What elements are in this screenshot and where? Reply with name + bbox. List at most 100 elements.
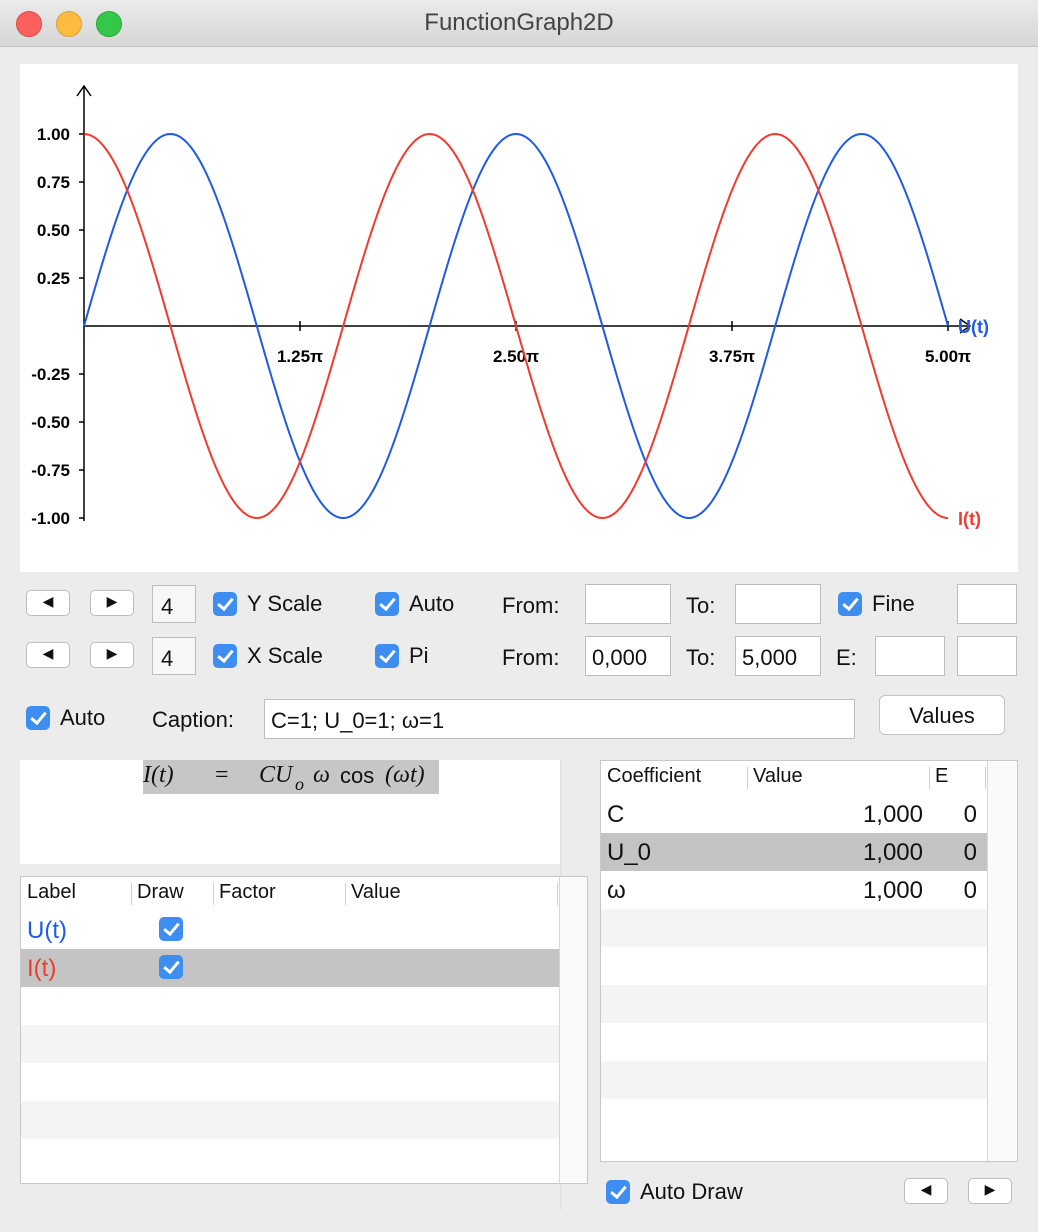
col-e[interactable]: E — [935, 765, 948, 788]
coefficient-table-scrollbar[interactable] — [987, 761, 1017, 1161]
coefficient-exponent: 0 — [963, 839, 977, 866]
pi-checkbox[interactable] — [375, 644, 399, 668]
values-button[interactable]: Values — [879, 695, 1005, 735]
coef-prev-button[interactable]: ◀ — [904, 1178, 948, 1204]
coefficient-name: ω — [607, 877, 626, 904]
coefficient-row[interactable] — [601, 947, 987, 985]
formula-subscript: o — [295, 774, 304, 794]
y-tick-label: -0.25 — [31, 365, 70, 384]
draw-checkbox[interactable] — [159, 917, 183, 941]
series-label: U(t) — [958, 317, 989, 337]
formula-omega: ω — [313, 762, 330, 788]
fine-label: Fine — [872, 591, 915, 616]
coefficient-row[interactable] — [601, 1099, 987, 1137]
auto-draw-label: Auto Draw — [640, 1179, 743, 1204]
caption-field[interactable]: C=1; U_0=1; ω=1 — [264, 699, 855, 739]
formula-lhs: I(t) — [143, 762, 174, 788]
x-next-button[interactable]: ▶ — [90, 642, 134, 668]
table-row[interactable] — [21, 1139, 559, 1177]
auto-scale-label: Auto — [409, 591, 455, 616]
y-scale-checkbox[interactable] — [213, 592, 237, 616]
coefficient-row[interactable] — [601, 909, 987, 947]
col-coef-value[interactable]: Value — [753, 765, 803, 788]
col-separator — [985, 767, 986, 789]
col-separator — [345, 883, 346, 905]
y-to-label: To: — [686, 593, 716, 618]
table-row[interactable]: I(t) — [21, 949, 559, 987]
y-tick-label: 0.50 — [37, 221, 70, 240]
extra-field[interactable] — [957, 636, 1017, 676]
draw-checkbox[interactable] — [159, 955, 183, 979]
coefficient-row[interactable]: C 1,000 0 — [601, 795, 987, 833]
table-row[interactable]: U(t) — [21, 911, 559, 949]
function-graph-window: FunctionGraph2D 1.00 0.75 0.50 0.25 -0.25 -0.… — [0, 0, 1038, 1232]
e-field[interactable] — [875, 636, 945, 676]
col-value[interactable]: Value — [351, 881, 401, 904]
auto-draw-checkbox[interactable] — [606, 1180, 630, 1204]
formula-expression: I(t) = CU o ω cos (ωt) — [143, 760, 439, 794]
col-separator — [213, 883, 214, 905]
function-chart: 1.00 0.75 0.50 0.25 -0.25 -0.50 -0.75 -1.00 1.25… — [31, 84, 989, 529]
x-tick-label: 2.50π — [493, 347, 539, 366]
title-bar: FunctionGraph2D — [0, 0, 1038, 47]
x-to-label: To: — [686, 645, 716, 670]
triangle-right-icon: ▶ — [106, 645, 118, 661]
col-factor[interactable]: Factor — [219, 881, 276, 904]
coef-next-button[interactable]: ▶ — [968, 1178, 1012, 1204]
coefficient-row[interactable]: ω 1,000 0 — [601, 871, 987, 909]
y-next-button[interactable]: ▶ — [90, 590, 134, 616]
x-from-label: From: — [502, 645, 560, 670]
table-row[interactable] — [21, 987, 559, 1025]
x-tick-count[interactable]: 4 — [152, 637, 196, 675]
caption-auto-checkbox[interactable] — [26, 706, 50, 730]
col-separator — [557, 883, 558, 905]
fine-checkbox[interactable] — [838, 592, 862, 616]
coefficient-row[interactable] — [601, 1061, 987, 1099]
coefficient-name: C — [607, 801, 625, 828]
y-from-field[interactable] — [585, 584, 671, 624]
pi-label: Pi — [409, 643, 429, 668]
y-tick-label: 1.00 — [37, 125, 70, 144]
x-tick-label: 3.75π — [709, 347, 755, 366]
col-label[interactable]: Label — [27, 881, 76, 904]
triangle-left-icon: ◀ — [42, 593, 54, 609]
caption-label: Caption: — [152, 707, 234, 732]
function-table-scrollbar[interactable] — [559, 877, 587, 1183]
y-scale-label: Y Scale — [247, 591, 323, 616]
formula-cos: cos — [340, 763, 375, 788]
table-row[interactable] — [21, 1025, 559, 1063]
col-separator — [131, 883, 132, 905]
y-prev-button[interactable]: ◀ — [26, 590, 70, 616]
y-tick-label: 0.25 — [37, 269, 70, 288]
triangle-right-icon: ▶ — [106, 593, 118, 609]
coefficient-row[interactable] — [601, 985, 987, 1023]
x-tick-label: 1.25π — [277, 347, 323, 366]
x-prev-button[interactable]: ◀ — [26, 642, 70, 668]
col-separator — [747, 767, 748, 789]
col-draw[interactable]: Draw — [137, 881, 184, 904]
table-row[interactable] — [21, 1101, 559, 1139]
coefficient-row[interactable] — [601, 1023, 987, 1061]
triangle-left-icon: ◀ — [920, 1181, 932, 1197]
col-coefficient[interactable]: Coefficient — [607, 765, 701, 788]
coefficient-table: Coefficient Value E C 1,000 0 U_0 1,000 0 ω 1,0… — [600, 760, 1018, 1162]
auto-scale-checkbox[interactable] — [375, 592, 399, 616]
coefficient-row[interactable]: U_0 1,000 0 — [601, 833, 987, 871]
caption-auto-label: Auto — [60, 705, 106, 730]
row-label: I(t) — [27, 955, 57, 982]
col-separator — [929, 767, 930, 789]
row-label: U(t) — [27, 917, 67, 944]
y-from-label: From: — [502, 593, 560, 618]
e-label: E: — [836, 645, 857, 670]
x-to-field[interactable]: 5,000 — [735, 636, 821, 676]
y-tick-label: -0.50 — [31, 413, 70, 432]
formula-panel: I(t) = CU o ω cos (ωt) — [20, 760, 560, 864]
y-to-field[interactable] — [735, 584, 821, 624]
y-tick-label: -0.75 — [31, 461, 70, 480]
y-tick-count[interactable]: 4 — [152, 585, 196, 623]
x-scale-checkbox[interactable] — [213, 644, 237, 668]
x-from-field[interactable]: 0,000 — [585, 636, 671, 676]
fine-field[interactable] — [957, 584, 1017, 624]
coefficient-value: 1,000 — [862, 839, 923, 866]
table-row[interactable] — [21, 1063, 559, 1101]
